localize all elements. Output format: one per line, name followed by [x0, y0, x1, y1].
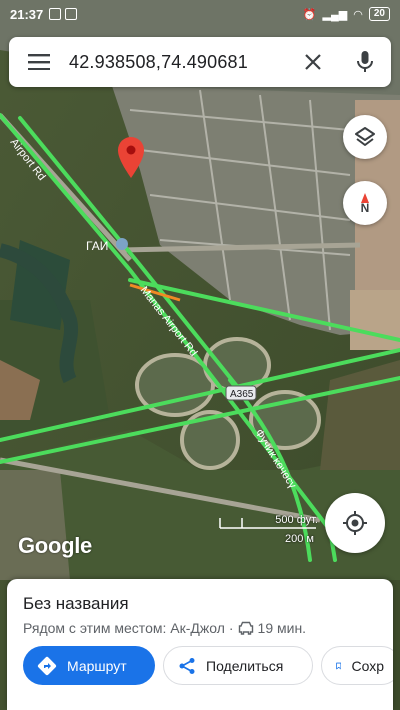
map-label-gai[interactable]: ГАИ [86, 239, 108, 253]
clear-button[interactable] [287, 37, 339, 87]
status-time: 21:37 [10, 6, 44, 22]
place-subtitle: Рядом с этим местом: Ак-Джол · 19 мин. [23, 620, 306, 636]
map-label-a365: A365 [230, 389, 254, 400]
alarm-icon: ⏰ [302, 8, 317, 21]
car-icon [238, 621, 253, 635]
layers-icon [355, 127, 375, 146]
action-row: Маршрут Поделиться Сохр [23, 646, 393, 685]
close-icon [305, 54, 321, 70]
directions-button[interactable]: Маршрут [23, 646, 155, 685]
status-bar: 21:37 ⏰ ▂▄▆ ◠ 20 [0, 0, 400, 28]
notification-icons [49, 8, 78, 20]
layers-button[interactable] [343, 115, 387, 159]
compass-button[interactable]: N [343, 181, 387, 225]
scale-meters: 200 м [285, 533, 314, 545]
my-location-button[interactable] [325, 493, 385, 553]
drive-time: 19 мин. [257, 620, 307, 636]
save-label: Сохр [351, 657, 384, 674]
hamburger-icon [28, 54, 50, 70]
share-button[interactable]: Поделиться [163, 646, 313, 685]
microphone-icon [357, 51, 373, 72]
map-scale: 500 фут. 200 м [218, 510, 318, 550]
separator: · [228, 620, 234, 636]
search-input[interactable]: 42.938508,74.490681 [69, 52, 287, 73]
share-icon [179, 657, 195, 674]
search-bar[interactable]: 42.938508,74.490681 [9, 37, 391, 87]
directions-label: Маршрут [67, 657, 127, 674]
compass-label: N [360, 200, 370, 215]
share-label: Поделиться [206, 657, 284, 674]
signal-icon: ▂▄▆ [322, 8, 348, 21]
voice-search-button[interactable] [339, 37, 391, 87]
police-icon[interactable] [116, 238, 128, 250]
place-bottom-sheet[interactable]: Без названия Рядом с этим местом: Ак-Джо… [7, 579, 393, 710]
google-logo: Google [18, 533, 92, 558]
save-button[interactable]: Сохр [321, 646, 393, 685]
place-title: Без названия [23, 594, 129, 613]
place-nearby: Рядом с этим местом: Ак-Джол [23, 620, 225, 636]
bookmark-icon [336, 662, 342, 669]
scale-feet: 500 фут. [275, 514, 318, 526]
directions-icon [37, 656, 57, 675]
battery-icon: 20 [368, 7, 390, 21]
menu-button[interactable] [9, 37, 69, 87]
crosshair-icon [343, 511, 367, 535]
wifi-icon: ◠ [353, 8, 363, 21]
